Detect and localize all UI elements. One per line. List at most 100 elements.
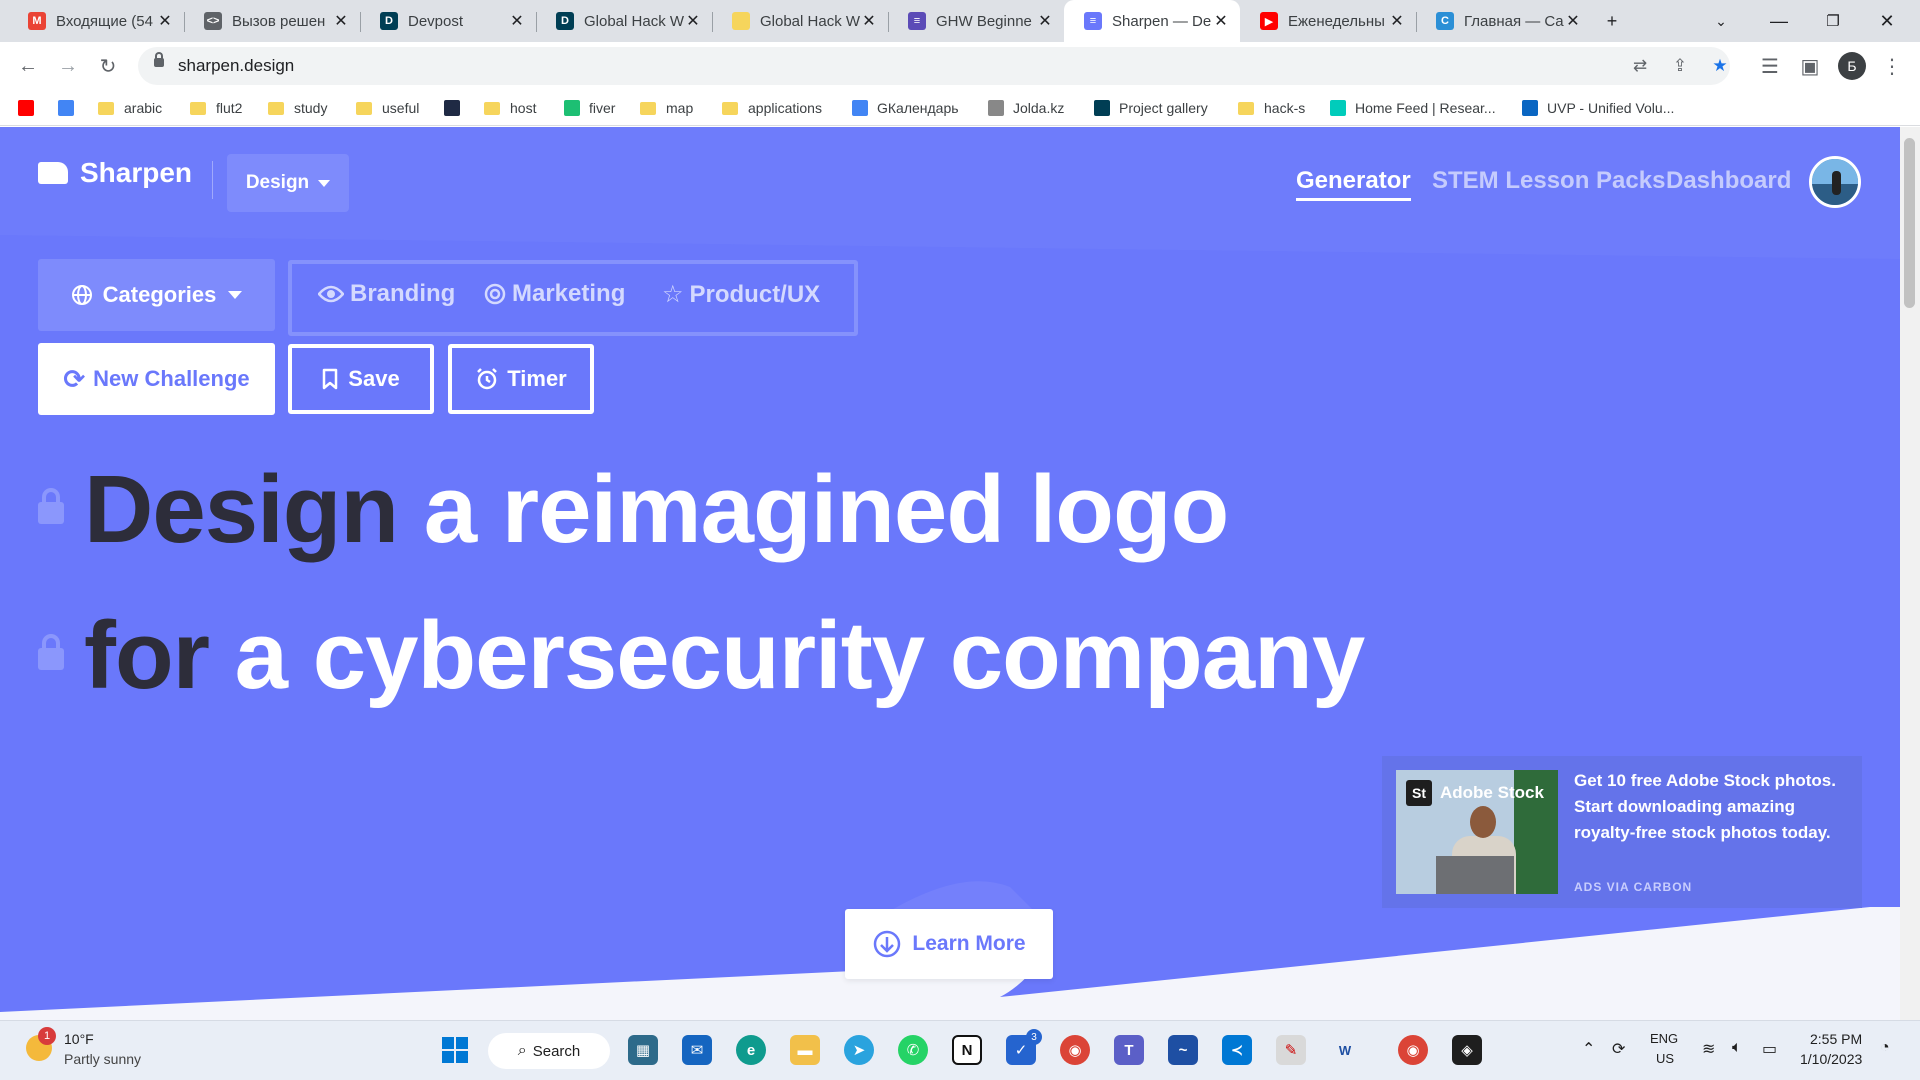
- browser-tab[interactable]: ≡ GHW Beginne ✕: [888, 0, 1064, 42]
- lock-icon[interactable]: [154, 52, 164, 67]
- tab-close-icon[interactable]: ✕: [1212, 11, 1230, 31]
- bookmark-item[interactable]: useful: [356, 98, 419, 118]
- unlock-icon[interactable]: [38, 488, 64, 524]
- battery-icon[interactable]: ▭: [1762, 1039, 1777, 1059]
- browser-tab[interactable]: D Devpost ✕: [360, 0, 536, 42]
- nav-generator[interactable]: Generator: [1296, 167, 1411, 201]
- browser-tab[interactable]: Global Hack W ✕: [712, 0, 888, 42]
- teams-icon[interactable]: T: [1114, 1035, 1144, 1065]
- input-region[interactable]: US: [1656, 1051, 1674, 1066]
- tab-search-chevron-icon[interactable]: ⌄: [1706, 0, 1736, 42]
- tab-close-icon[interactable]: ✕: [1388, 11, 1406, 31]
- bookmark-item[interactable]: Project gallery: [1094, 98, 1208, 118]
- bookmark-item[interactable]: flut2: [190, 98, 242, 118]
- clock-date[interactable]: 1/10/2023: [1800, 1051, 1862, 1067]
- tab-close-icon[interactable]: ✕: [1564, 11, 1582, 31]
- tab-close-icon[interactable]: ✕: [156, 11, 174, 31]
- photos-app-icon[interactable]: ▦: [628, 1035, 658, 1065]
- categories-dropdown[interactable]: Categories: [38, 259, 275, 331]
- address-bar[interactable]: sharpen.design ⇄ ⇪ ★: [138, 47, 1730, 85]
- browser-tab[interactable]: M Входящие (54 ✕: [8, 0, 184, 42]
- clock-time[interactable]: 2:55 PM: [1810, 1031, 1862, 1047]
- weather-temp[interactable]: 10°F: [64, 1031, 94, 1047]
- bookmark-item[interactable]: GКалендарь: [852, 98, 959, 118]
- bookmark-icon-item[interactable]: [444, 98, 469, 118]
- browser-tab[interactable]: ≡ Sharpen — De ✕: [1064, 0, 1240, 42]
- bookmark-item[interactable]: Home Feed | Resear...: [1330, 98, 1496, 118]
- ads-via-carbon-link[interactable]: ADS VIA CARBON: [1574, 880, 1692, 894]
- notification-bell-icon[interactable]: ◔: [1880, 1039, 1890, 1057]
- tag-branding[interactable]: Branding: [318, 280, 455, 308]
- new-challenge-button[interactable]: ⟳ New Challenge: [38, 343, 275, 415]
- restore-button[interactable]: ❐: [1810, 0, 1856, 42]
- timer-button[interactable]: Timer: [448, 344, 594, 414]
- figma-icon[interactable]: ◈: [1452, 1035, 1482, 1065]
- paint-icon[interactable]: ✎: [1276, 1035, 1306, 1065]
- bookmark-item[interactable]: Jolda.kz: [988, 98, 1064, 118]
- reload-button[interactable]: ↻: [94, 52, 122, 80]
- browser-tab[interactable]: C Главная — Ca ✕: [1416, 0, 1592, 42]
- bookmark-item[interactable]: UVP - Unified Volu...: [1522, 98, 1674, 118]
- tab-close-icon[interactable]: ✕: [860, 11, 878, 31]
- profile-avatar[interactable]: Б: [1838, 52, 1866, 80]
- ad-image[interactable]: St Adobe Stock: [1396, 770, 1558, 894]
- tab-close-icon[interactable]: ✕: [684, 11, 702, 31]
- browser-tab[interactable]: D Global Hack W ✕: [536, 0, 712, 42]
- input-language[interactable]: ENG: [1650, 1031, 1678, 1046]
- forward-button[interactable]: →: [54, 52, 82, 80]
- taskbar-search[interactable]: ⌕ Search: [488, 1033, 610, 1069]
- carbon-ad[interactable]: St Adobe Stock Get 10 free Adobe Stock p…: [1382, 756, 1862, 908]
- vscode-icon[interactable]: ≺: [1222, 1035, 1252, 1065]
- mode-dropdown[interactable]: Design: [227, 154, 349, 212]
- unlock-icon[interactable]: [38, 634, 64, 670]
- url-text[interactable]: sharpen.design: [178, 56, 294, 76]
- learn-more-button[interactable]: Learn More: [845, 909, 1053, 979]
- tray-chevron-icon[interactable]: ⌃: [1582, 1039, 1595, 1059]
- whiteboard-icon[interactable]: ~: [1168, 1035, 1198, 1065]
- ad-text[interactable]: Get 10 free Adobe Stock photos. Start do…: [1574, 768, 1854, 846]
- bookmark-item[interactable]: host: [484, 98, 536, 118]
- sync-icon[interactable]: ⟳: [1612, 1039, 1625, 1059]
- menu-kebab-icon[interactable]: ⋮: [1878, 52, 1906, 80]
- tab-close-icon[interactable]: ✕: [332, 11, 350, 31]
- share-icon[interactable]: ⇪: [1668, 54, 1692, 78]
- user-avatar[interactable]: [1809, 156, 1861, 208]
- browser-tab[interactable]: ▶ Еженедельны ✕: [1240, 0, 1416, 42]
- tag-marketing[interactable]: Marketing: [484, 280, 625, 308]
- side-panel-icon[interactable]: ▣: [1796, 52, 1824, 80]
- site-logo[interactable]: Sharpen: [38, 157, 192, 189]
- nav-stem-lesson-packs[interactable]: STEM Lesson Packs: [1432, 167, 1665, 195]
- bookmark-item[interactable]: arabic: [98, 98, 162, 118]
- nav-dashboard[interactable]: Dashboard: [1666, 167, 1791, 195]
- bookmark-item[interactable]: applications: [722, 98, 822, 118]
- file-explorer-icon[interactable]: ▬: [790, 1035, 820, 1065]
- volume-icon[interactable]: 🔈︎: [1732, 1039, 1742, 1057]
- close-window-button[interactable]: ✕: [1864, 0, 1910, 42]
- back-button[interactable]: ←: [14, 52, 42, 80]
- reading-list-icon[interactable]: ☰: [1756, 52, 1784, 80]
- whatsapp-icon[interactable]: ✆: [898, 1035, 928, 1065]
- notion-icon[interactable]: N: [952, 1035, 982, 1065]
- bookmark-item[interactable]: study: [268, 98, 327, 118]
- tag-product-ux[interactable]: ☆ Product/UX: [662, 280, 820, 309]
- chrome-icon[interactable]: ◉: [1060, 1035, 1090, 1065]
- edge-icon[interactable]: e: [736, 1035, 766, 1065]
- tab-close-icon[interactable]: ✕: [508, 11, 526, 31]
- save-button[interactable]: Save: [288, 344, 434, 414]
- word-icon[interactable]: W: [1330, 1035, 1360, 1065]
- wifi-icon[interactable]: ≋: [1702, 1039, 1715, 1059]
- new-tab-button[interactable]: +: [1598, 0, 1626, 42]
- browser-tab[interactable]: <> Вызов решен ✕: [184, 0, 360, 42]
- bookmark-item[interactable]: fiver: [564, 98, 615, 118]
- bookmark-item[interactable]: map: [640, 98, 693, 118]
- bookmark-icon-item[interactable]: [18, 98, 43, 118]
- telegram-icon[interactable]: ➤: [844, 1035, 874, 1065]
- bookmark-item[interactable]: hack-s: [1238, 98, 1305, 118]
- tab-close-icon[interactable]: ✕: [1036, 11, 1054, 31]
- translate-icon[interactable]: ⇄: [1628, 54, 1652, 78]
- bookmark-icon-item[interactable]: [58, 98, 83, 118]
- bookmark-star-icon[interactable]: ★: [1708, 54, 1732, 78]
- mail-icon[interactable]: ✉: [682, 1035, 712, 1065]
- windows-start-icon[interactable]: [440, 1035, 470, 1065]
- chrome-profile-icon[interactable]: ◉: [1398, 1035, 1428, 1065]
